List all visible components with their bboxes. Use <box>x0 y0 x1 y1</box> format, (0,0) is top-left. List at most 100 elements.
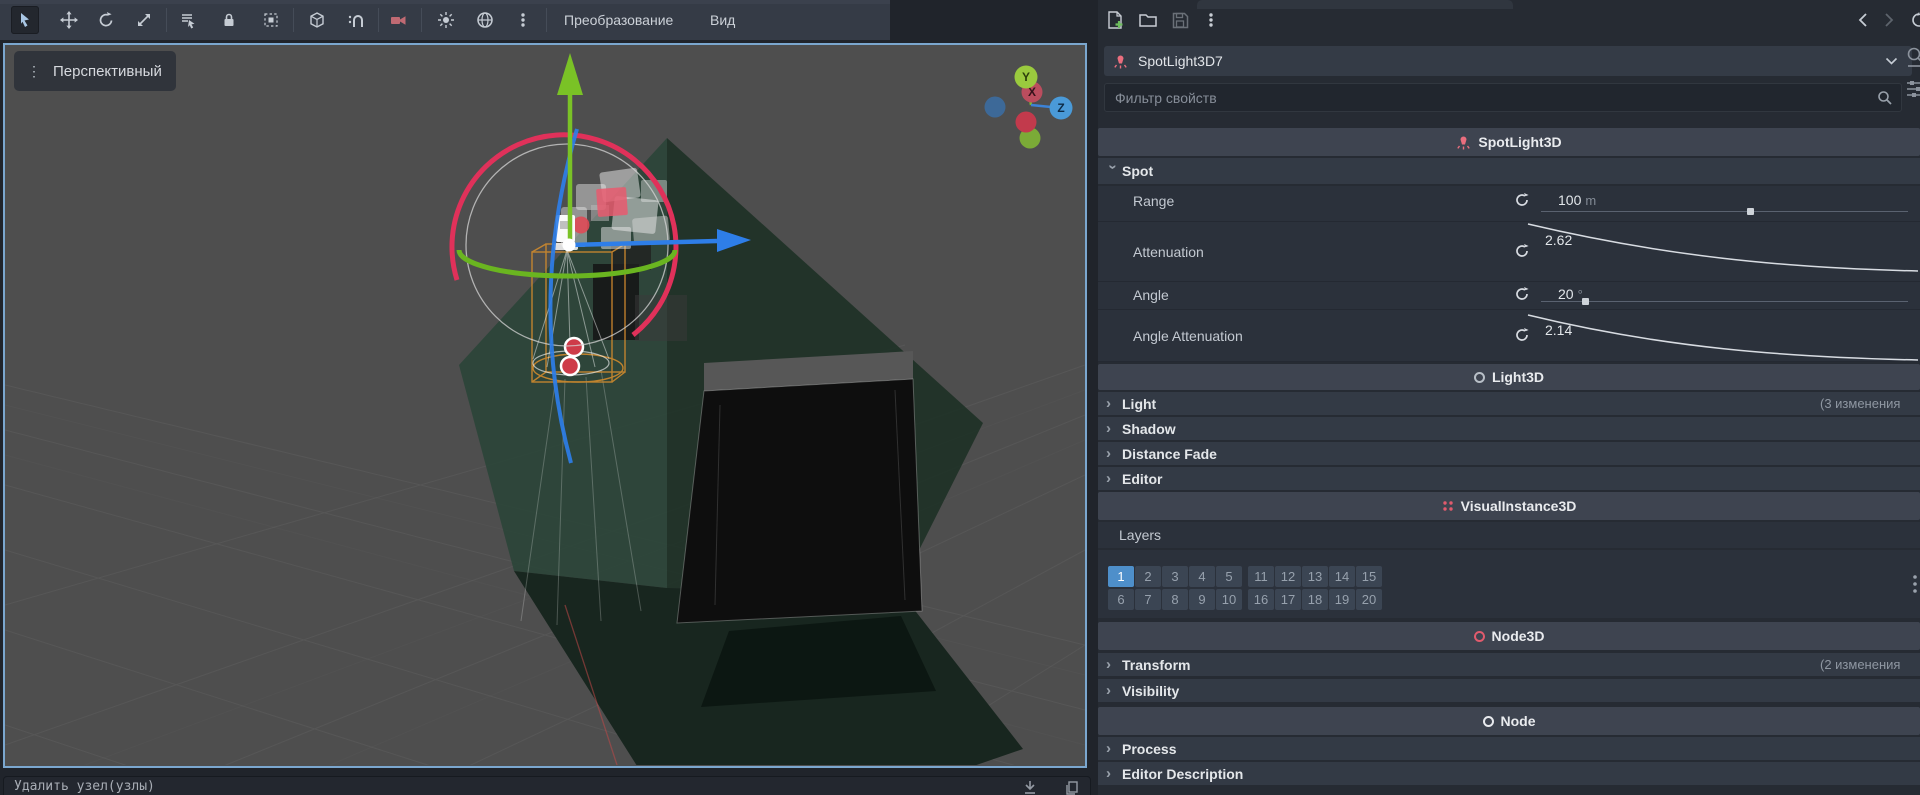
range-slider[interactable] <box>1541 208 1908 216</box>
group-label: Distance Fade <box>1122 445 1217 462</box>
group-button[interactable] <box>257 6 285 34</box>
layer-cell-18[interactable]: 18 <box>1302 589 1328 610</box>
layer-cell-12[interactable]: 12 <box>1275 566 1301 587</box>
group-label: Process <box>1122 740 1177 757</box>
layer-cell-9[interactable]: 9 <box>1189 589 1215 610</box>
history-forward-button[interactable] <box>1876 7 1902 33</box>
attenuation-curve-editor[interactable] <box>1524 222 1920 281</box>
history-icon <box>1912 12 1920 27</box>
layer-cell-14[interactable]: 14 <box>1329 566 1355 587</box>
layer-cell-11[interactable]: 11 <box>1248 566 1274 587</box>
group-transform[interactable]: › Transform (2 изменения <box>1098 653 1920 676</box>
viewport-3d[interactable]: X Y Z ⋮ Перспективный <box>3 43 1087 768</box>
red-node-dot <box>572 216 590 234</box>
category-title: Node <box>1500 713 1536 729</box>
property-value[interactable]: 100 m <box>1558 192 1596 208</box>
cone-range-handle[interactable] <box>559 355 581 377</box>
category-title: Light3D <box>1491 369 1545 385</box>
viewport-scene[interactable]: X Y Z <box>5 45 1085 765</box>
toolbar-separator <box>166 8 167 32</box>
inspector-more-options-button[interactable] <box>1198 7 1224 33</box>
layer-cell-1[interactable]: 1 <box>1108 566 1134 587</box>
layer-cell-7[interactable]: 7 <box>1135 589 1161 610</box>
load-resource-button[interactable] <box>1135 7 1161 33</box>
filter-sliders-icon[interactable] <box>1905 78 1920 100</box>
layer-cell-3[interactable]: 3 <box>1162 566 1188 587</box>
property-filter-input[interactable] <box>1105 84 1901 111</box>
history-back-button[interactable] <box>1850 7 1876 33</box>
preview-sun-button[interactable] <box>432 6 460 34</box>
group-process[interactable]: › Process <box>1098 737 1920 760</box>
group-visibility[interactable]: › Visibility <box>1098 679 1920 702</box>
slider-handle[interactable] <box>1582 298 1590 305</box>
group-label: Visibility <box>1122 682 1180 699</box>
list-select-tool-button[interactable] <box>174 6 202 34</box>
layer-cell-6[interactable]: 6 <box>1108 589 1134 610</box>
layer-cell-19[interactable]: 19 <box>1329 589 1355 610</box>
property-value[interactable]: 2.14 <box>1545 322 1572 338</box>
group-distance-fade[interactable]: › Distance Fade <box>1098 442 1920 465</box>
projection-selector[interactable]: ⋮ Перспективный <box>14 51 176 91</box>
node-selector[interactable]: SpotLight3D7 <box>1104 46 1912 76</box>
view-menu[interactable]: Вид <box>698 0 747 40</box>
layer-cell-10[interactable]: 10 <box>1216 589 1242 610</box>
neg-x-ball <box>1015 111 1037 133</box>
category-title: VisualInstance3D <box>1460 498 1577 514</box>
category-node3d: Node3D <box>1098 622 1920 650</box>
group-label: Editor Description <box>1122 765 1244 782</box>
slider-track <box>1541 301 1908 302</box>
layer-cell-16[interactable]: 16 <box>1248 589 1274 610</box>
move-tool-button[interactable] <box>55 6 83 34</box>
rotate-icon <box>99 12 113 27</box>
property-filter <box>1104 83 1902 112</box>
new-resource-button[interactable] <box>1102 7 1128 33</box>
layer-cell-15[interactable]: 15 <box>1356 566 1382 587</box>
copy-log-button[interactable] <box>1064 780 1080 795</box>
preview-environment-button[interactable] <box>471 6 499 34</box>
lock-button[interactable] <box>215 6 243 34</box>
layer-cell-17[interactable]: 17 <box>1275 589 1301 610</box>
layer-cell-4[interactable]: 4 <box>1189 566 1215 587</box>
gizmo-center[interactable] <box>562 238 576 252</box>
angle-attenuation-curve-editor[interactable] <box>1524 310 1920 361</box>
folder-icon <box>1139 14 1157 27</box>
easing-curve <box>1527 223 1919 272</box>
layers-options-icon[interactable] <box>1910 574 1920 596</box>
save-resource-button[interactable] <box>1167 7 1193 33</box>
transform-menu[interactable]: Преобразование <box>552 0 685 40</box>
group-light[interactable]: › Light (3 изменения <box>1098 392 1920 415</box>
scale-tool-button[interactable] <box>130 6 158 34</box>
category-spotlight3d: SpotLight3D <box>1098 128 1920 156</box>
chevron-right-icon <box>1885 13 1894 27</box>
group-editor-description[interactable]: › Editor Description <box>1098 762 1920 785</box>
category-title: Node3D <box>1491 628 1545 644</box>
revert-button[interactable] <box>1514 192 1532 210</box>
angle-slider[interactable] <box>1541 298 1908 306</box>
snap-button[interactable] <box>342 6 370 34</box>
scroll-to-bottom-button[interactable] <box>1022 780 1038 795</box>
select-tool-button[interactable] <box>11 6 39 34</box>
group-editor[interactable]: › Editor <box>1098 467 1920 490</box>
layer-cell-13[interactable]: 13 <box>1302 566 1328 587</box>
property-value[interactable]: 2.62 <box>1545 232 1572 248</box>
group-shadow[interactable]: › Shadow <box>1098 417 1920 440</box>
docs-search-icon[interactable] <box>1905 46 1920 70</box>
revert-button[interactable] <box>1514 286 1532 304</box>
group-spot[interactable]: › Spot <box>1098 158 1920 184</box>
layer-cell-8[interactable]: 8 <box>1162 589 1188 610</box>
layer-cell-20[interactable]: 20 <box>1356 589 1382 610</box>
layer-cell-2[interactable]: 2 <box>1135 566 1161 587</box>
chevron-icon: › <box>1106 420 1111 437</box>
layers-row-1: 1 2 3 4 5 11 12 13 14 15 <box>1108 566 1383 587</box>
mesh-box-button[interactable] <box>303 6 331 34</box>
slider-handle[interactable] <box>1747 208 1755 215</box>
changes-badge: (2 изменения <box>1820 657 1901 672</box>
preview-camera-button[interactable] <box>384 6 412 34</box>
layer-cell-5[interactable]: 5 <box>1216 566 1242 587</box>
inspector-dock-tab[interactable] <box>1197 0 1513 9</box>
rotate-tool-button[interactable] <box>92 6 120 34</box>
viewport-more-options-button[interactable] <box>509 6 537 34</box>
property-row-range: Range 100 m <box>1098 186 1920 222</box>
cone-angle-handle[interactable] <box>563 336 585 358</box>
history-list-button[interactable] <box>1906 7 1920 33</box>
